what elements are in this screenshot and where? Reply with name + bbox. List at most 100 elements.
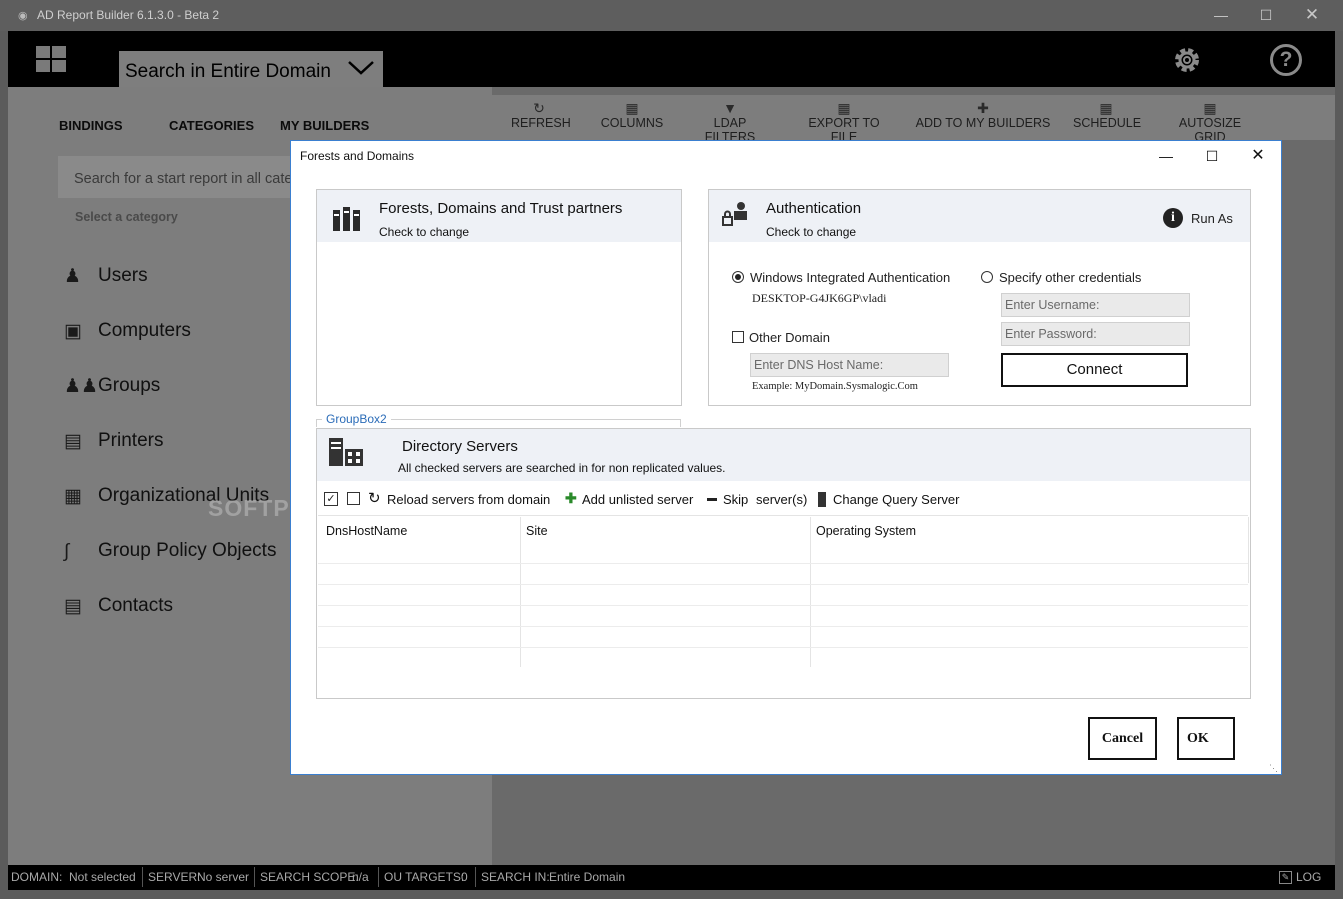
forest-servers-icon — [333, 207, 360, 231]
log-icon: ✎ — [1279, 871, 1292, 884]
table-row — [318, 605, 1248, 606]
password-input[interactable]: Enter Password: — [1001, 322, 1190, 346]
user-icon: ♟ — [64, 266, 82, 287]
computer-icon: ▣ — [64, 321, 82, 342]
forests-panel-title: Forests, Domains and Trust partners — [379, 200, 623, 217]
group-icon: ♟♟ — [64, 376, 99, 397]
current-user-label: DESKTOP-G4JK6GP\vladi — [752, 291, 887, 305]
contacts-icon: ▤ — [64, 596, 82, 617]
windows-auth-label[interactable]: Windows Integrated Authentication — [750, 270, 950, 285]
dialog-maximize-icon[interactable]: ☐ — [1199, 145, 1225, 167]
plus-icon: ✚ — [977, 100, 989, 116]
status-scope-value: n/a — [352, 870, 369, 884]
status-scope-label: SEARCH SCOPE: — [260, 870, 359, 884]
other-domain-label[interactable]: Other Domain — [749, 330, 830, 345]
auth-user-icon — [722, 202, 747, 226]
report-search-input[interactable]: Search for a start report in all categor… — [58, 156, 298, 198]
check-all-icon[interactable]: ✓ — [324, 492, 338, 506]
column-header-operating-system[interactable]: Operating System — [816, 524, 916, 538]
directory-servers-subtitle: All checked servers are searched in for … — [398, 461, 726, 475]
minus-icon — [707, 498, 717, 501]
info-icon[interactable]: i — [1163, 208, 1183, 228]
table-row — [318, 563, 1248, 564]
ldap-filters-button[interactable]: ▼ LDAP FILTERS — [688, 100, 772, 144]
status-searchin-value: Entire Domain — [549, 870, 626, 884]
autosize-icon: ▦ — [1203, 100, 1217, 116]
filter-icon: ▼ — [723, 100, 737, 116]
skip-servers-button[interactable]: Skip — [723, 492, 748, 507]
status-domain-value: Not selected — [69, 870, 136, 884]
table-row — [318, 584, 1248, 585]
forests-panel: Forests, Domains and Trust partners Chec… — [316, 189, 682, 406]
connect-button[interactable]: Connect — [1001, 353, 1188, 387]
refresh-icon: ↻ — [533, 100, 545, 116]
cancel-button[interactable]: Cancel — [1088, 717, 1157, 760]
reload-icon: ↻ — [368, 490, 381, 507]
change-query-server-button[interactable]: Change Query Server — [833, 492, 959, 507]
search-scope-dropdown[interactable]: Search in Entire Domain — [119, 51, 383, 87]
schedule-button[interactable]: ▦ SCHEDULE — [1073, 100, 1141, 130]
app-icon: ◉ — [18, 10, 28, 22]
refresh-button[interactable]: ↻ REFRESH — [511, 100, 571, 130]
dialog-close-icon[interactable]: ✕ — [1245, 145, 1271, 167]
autosize-grid-button[interactable]: ▦ AUTOSIZE GRID — [1162, 100, 1258, 144]
other-credentials-label[interactable]: Specify other credentials — [999, 270, 1141, 285]
dns-host-input[interactable]: Enter DNS Host Name: — [750, 353, 949, 377]
auth-panel-title: Authentication — [766, 200, 862, 217]
dialog-title: Forests and Domains — [300, 149, 415, 163]
other-domain-checkbox[interactable] — [732, 331, 744, 343]
help-icon[interactable]: ? — [1270, 44, 1302, 76]
username-input[interactable]: Enter Username: — [1001, 293, 1190, 317]
window-title: AD Report Builder 6.1.3.0 - Beta 2 — [37, 8, 220, 22]
server-icon — [818, 492, 826, 507]
status-ou-label: OU TARGETS: — [384, 870, 465, 884]
log-button[interactable]: LOG — [1296, 870, 1321, 884]
resize-grip-icon[interactable]: ⋱ — [1269, 763, 1278, 774]
close-icon[interactable]: ✕ — [1300, 4, 1324, 26]
export-to-file-button[interactable]: ▦ EXPORT TO FILE — [795, 100, 893, 144]
grid-menu-icon[interactable] — [36, 46, 66, 74]
status-server-label: SERVER: — [148, 870, 201, 884]
add-unlisted-server-button[interactable]: Add unlisted server — [582, 492, 693, 507]
table-row — [318, 647, 1248, 648]
printer-icon: ▤ — [64, 431, 82, 452]
run-as-button[interactable]: Run As — [1191, 211, 1233, 226]
uncheck-all-icon[interactable] — [347, 492, 360, 505]
add-to-my-builders-button[interactable]: ✚ ADD TO MY BUILDERS — [915, 100, 1051, 130]
tab-categories[interactable]: CATEGORIES — [169, 118, 254, 133]
tab-my-builders[interactable]: MY BUILDERS — [280, 118, 369, 133]
add-icon: ✚ — [565, 490, 577, 506]
gpo-icon: ∫ — [64, 541, 70, 562]
search-scope-label: Search in Entire Domain — [125, 61, 331, 82]
groupbox-label: GroupBox2 — [322, 412, 391, 426]
authentication-panel: Authentication Check to change i Run As … — [708, 189, 1251, 406]
other-credentials-radio[interactable] — [981, 271, 993, 283]
tab-bindings[interactable]: BINDINGS — [59, 118, 123, 133]
reload-servers-button[interactable]: Reload servers from domain — [387, 492, 550, 507]
directory-server-icon — [329, 438, 363, 466]
ok-button[interactable]: OK — [1177, 717, 1235, 760]
status-bar: DOMAIN: Not selected SERVER: No server S… — [8, 865, 1335, 890]
column-header-dnshostname[interactable]: DnsHostName — [326, 524, 407, 538]
export-icon: ▦ — [837, 100, 851, 116]
minimize-icon[interactable]: — — [1209, 4, 1233, 26]
columns-icon: ▦ — [625, 100, 639, 116]
forests-panel-subtitle[interactable]: Check to change — [379, 225, 469, 239]
chevron-down-icon — [348, 61, 374, 75]
dialog-minimize-icon[interactable]: — — [1153, 145, 1179, 167]
status-ou-value: 0 — [461, 870, 468, 884]
windows-auth-radio[interactable] — [732, 271, 744, 283]
ou-icon: ▦ — [64, 486, 82, 507]
maximize-icon[interactable]: ☐ — [1254, 4, 1278, 26]
column-header-site[interactable]: Site — [526, 524, 548, 538]
select-category-label: Select a category — [75, 210, 178, 224]
columns-button[interactable]: ▦ COLUMNS — [600, 100, 664, 130]
status-domain-label: DOMAIN: — [11, 870, 63, 884]
status-searchin-label: SEARCH IN: — [481, 870, 550, 884]
auth-panel-subtitle[interactable]: Check to change — [766, 225, 856, 239]
skip-servers-suffix: server(s) — [756, 492, 808, 507]
gear-icon[interactable] — [1171, 44, 1203, 76]
table-row — [318, 626, 1248, 627]
domain-example-label: Example: MyDomain.Sysmalogic.Com — [752, 381, 918, 392]
title-bar: ◉ AD Report Builder 6.1.3.0 - Beta 2 — ☐… — [0, 0, 1343, 31]
